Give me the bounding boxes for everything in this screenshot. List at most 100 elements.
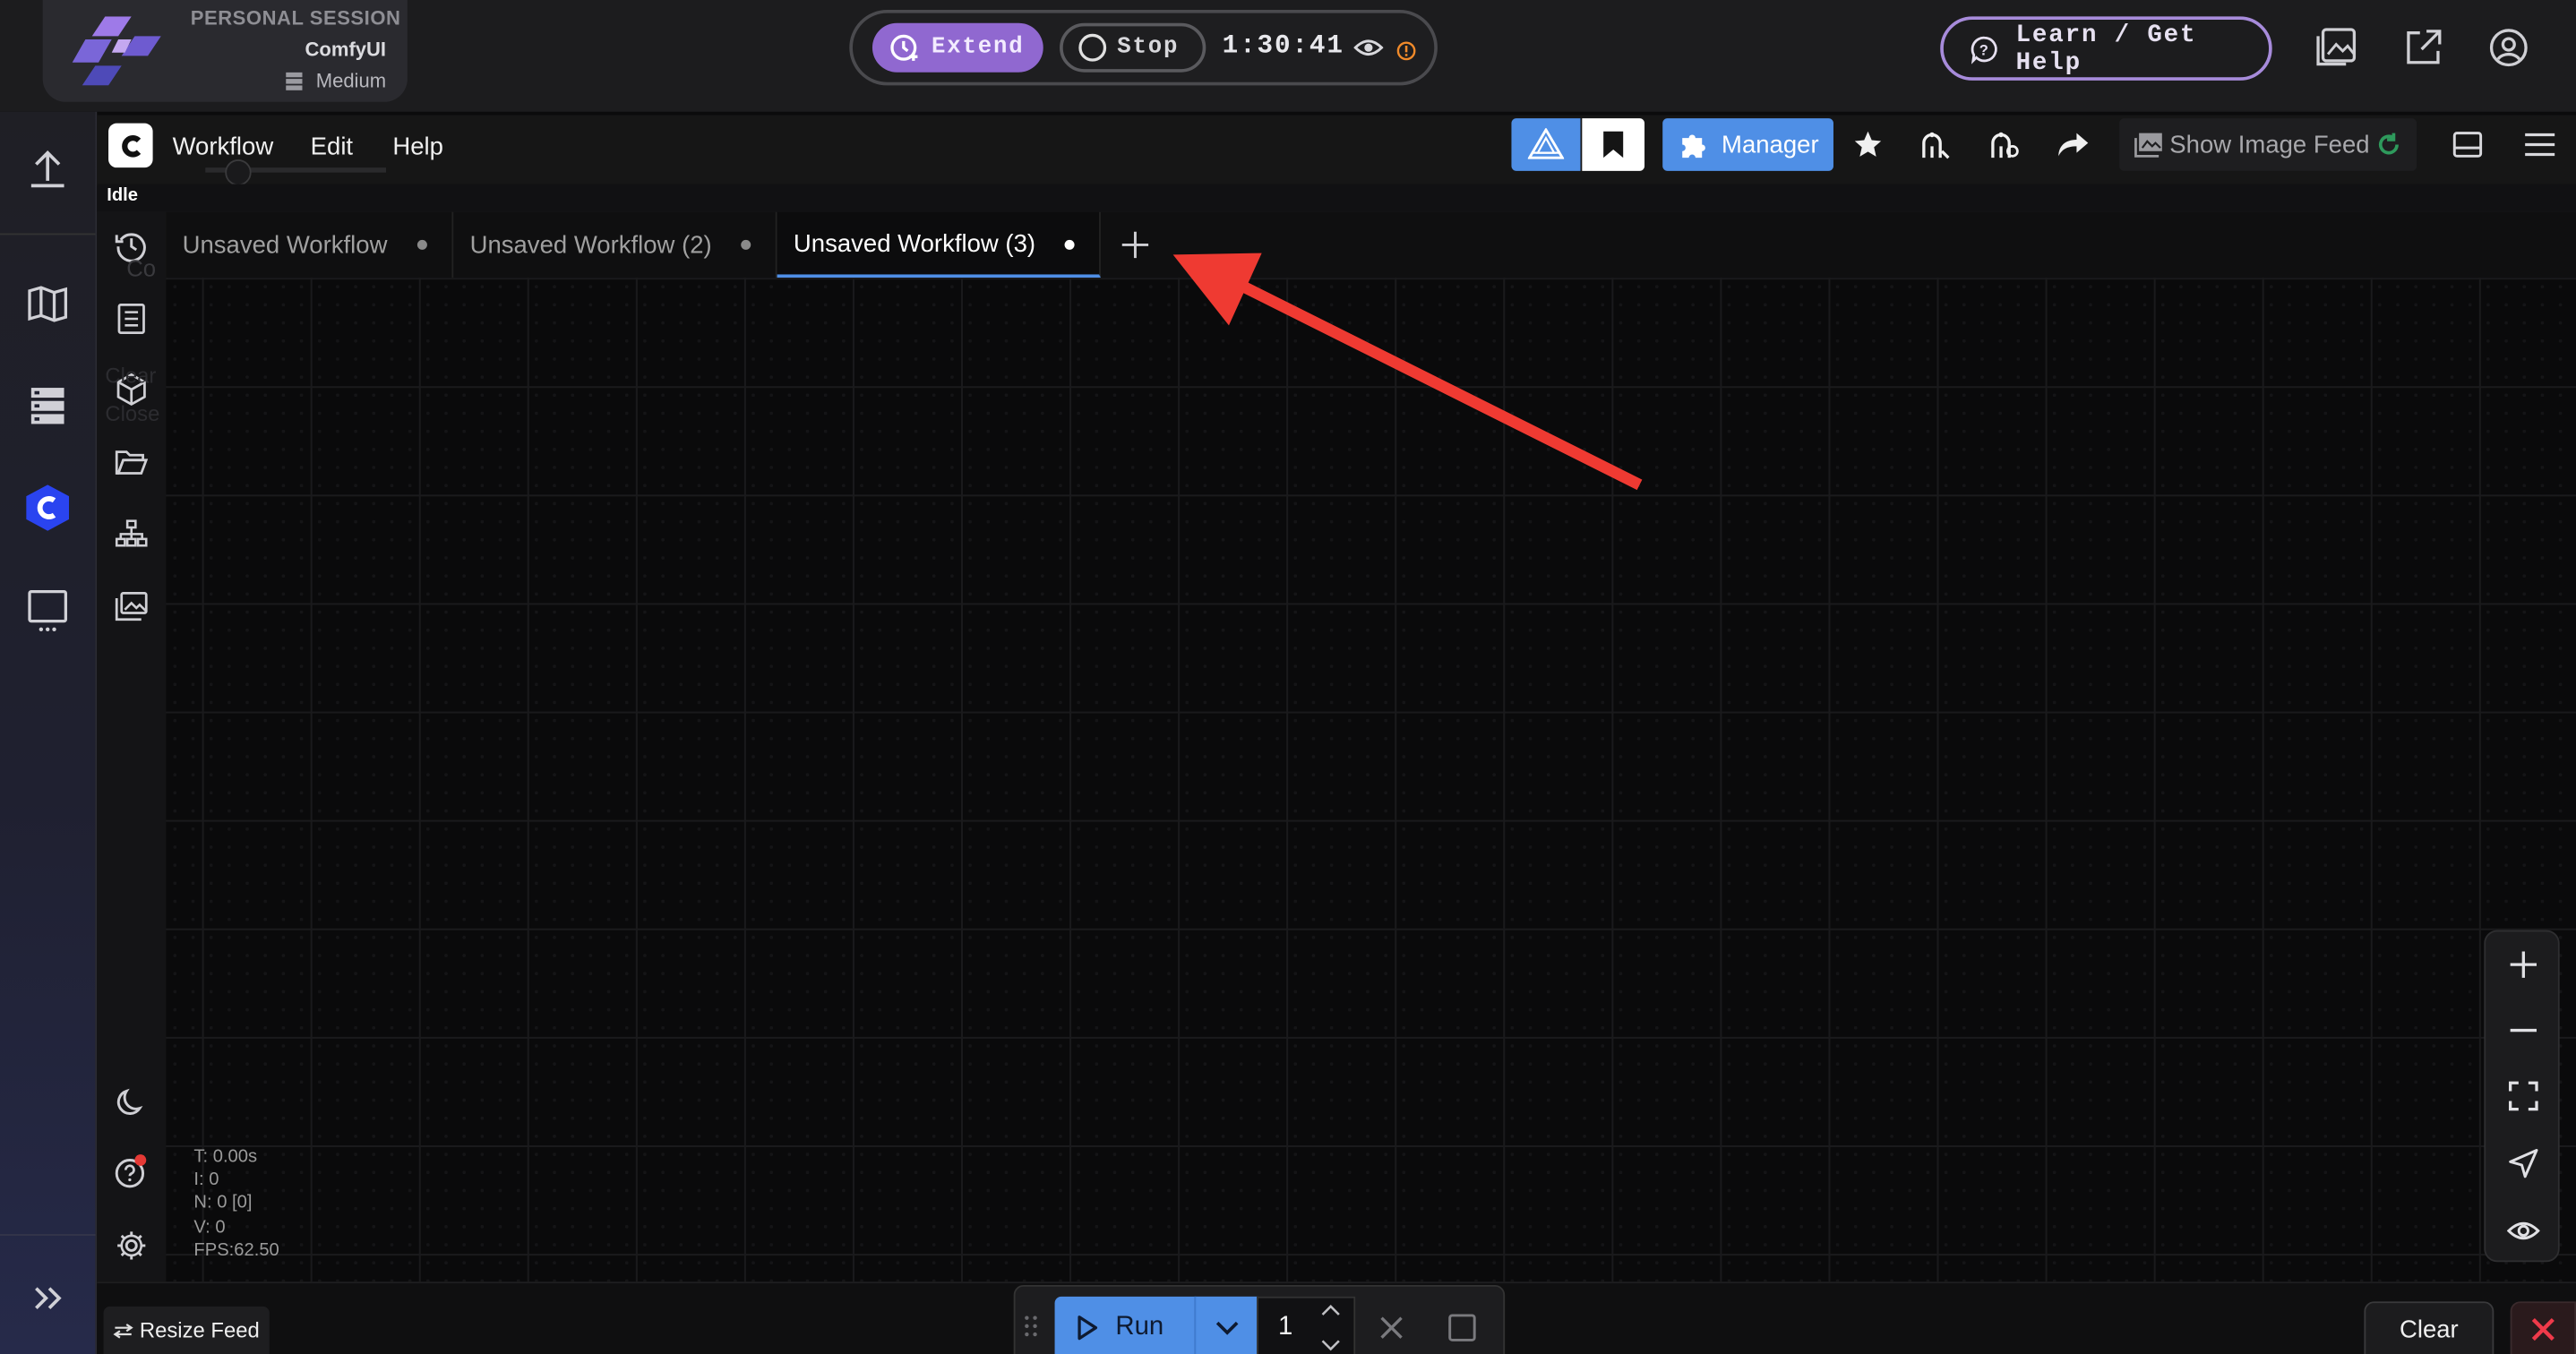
canvas-controls (2484, 930, 2560, 1263)
chevron-down-icon (1214, 1320, 1240, 1336)
model-search-icon[interactable] (1978, 118, 2031, 171)
user-account-icon[interactable] (2489, 28, 2529, 67)
ghost-text-co: Co (126, 254, 157, 281)
unsaved-dot-icon (741, 239, 751, 250)
status-row: Idle (97, 184, 2576, 214)
tab-label: Unsaved Workflow (2) (469, 230, 712, 260)
favorites-star-button[interactable] (1843, 118, 1893, 171)
slider-knob-ghost (225, 159, 252, 186)
eye-icon[interactable] (1353, 35, 1384, 61)
run-action-bar: Run 1 (1013, 1284, 1506, 1354)
run-label: Run (1115, 1313, 1164, 1341)
toggle-bottom-panel-icon[interactable] (2442, 118, 2494, 171)
unsaved-dot-icon (416, 239, 427, 250)
tab-unsaved-workflow-3[interactable]: Unsaved Workflow (3) (777, 211, 1101, 279)
resize-feed-label: Resize Feed (139, 1317, 260, 1343)
fit-view-icon[interactable] (2503, 1076, 2543, 1116)
annotation-arrow (1172, 253, 1643, 491)
extend-label: Extend (931, 34, 1025, 61)
zoom-out-icon[interactable] (2503, 1011, 2543, 1050)
upload-icon[interactable] (20, 141, 75, 197)
extend-button[interactable]: Extend (872, 22, 1043, 73)
queue-list-icon[interactable] (112, 299, 151, 338)
model-share-icon[interactable] (1909, 118, 1962, 171)
open-external-icon[interactable] (2403, 28, 2443, 67)
resize-feed-button[interactable]: Resize Feed (103, 1306, 270, 1354)
stat-time: T: 0.00s (193, 1146, 258, 1167)
stat-nodes: N: 0 [0] (193, 1193, 253, 1213)
drag-handle-icon[interactable] (1024, 1315, 1040, 1338)
zoom-in-icon[interactable] (2503, 945, 2543, 984)
image-feed-icon (2134, 132, 2163, 158)
help-icon[interactable] (112, 1152, 151, 1191)
unsaved-dot-icon (1064, 239, 1075, 250)
session-controls: Extend Stop 1:30:41 (849, 10, 1438, 86)
tab-label: Unsaved Workflow (182, 230, 388, 260)
tab-unsaved-workflow[interactable]: Unsaved Workflow (166, 211, 454, 279)
comfy-logo-icon[interactable] (20, 480, 75, 536)
warning-icon[interactable] (1396, 41, 1416, 61)
comfyui-app-logo-icon[interactable] (108, 123, 153, 168)
visibility-eye-icon[interactable] (2503, 1211, 2543, 1250)
share-arrow-icon[interactable] (2047, 118, 2099, 171)
settings-gear-icon[interactable] (112, 1226, 151, 1265)
svg-text:?: ? (1979, 42, 1990, 58)
show-image-feed-button[interactable]: Show Image Feed (2119, 118, 2417, 171)
server-icon[interactable] (20, 378, 75, 433)
menu-help[interactable]: Help (392, 133, 443, 161)
batch-count-input[interactable]: 1 (1257, 1296, 1356, 1354)
ghost-text-clear: Clear (105, 363, 157, 389)
resize-arrows-icon (113, 1322, 133, 1338)
stop-icon (1078, 33, 1107, 63)
session-timer: 1:30:41 (1222, 30, 1344, 61)
stat-fps: FPS:62.50 (193, 1240, 279, 1261)
session-top-bar: PERSONAL SESSION ComfyUI Medium Extend S… (0, 0, 2576, 112)
bookmark-button[interactable] (1582, 118, 1645, 171)
sync-toggle-icon (2376, 132, 2402, 158)
manager-button[interactable]: Manager (1662, 118, 1833, 171)
learn-get-help-button[interactable]: ? Learn / Get Help (1940, 16, 2272, 81)
menu-edit[interactable]: Edit (311, 133, 353, 161)
run-options-dropdown[interactable] (1194, 1296, 1258, 1354)
book-icon[interactable] (20, 276, 75, 331)
session-card[interactable]: PERSONAL SESSION ComfyUI Medium (42, 0, 408, 102)
decrement-chevron-icon[interactable] (1321, 1340, 1341, 1353)
puzzle-icon (1678, 128, 1711, 161)
cancel-run-icon[interactable] (1378, 1315, 1404, 1341)
learn-label: Learn / Get Help (2015, 20, 2197, 77)
ghost-text-close: Close (105, 400, 160, 426)
monitor-icon[interactable] (20, 583, 75, 638)
increment-chevron-icon[interactable] (1321, 1303, 1341, 1316)
clock-plus-icon (889, 31, 922, 64)
image-gallery-icon[interactable] (112, 587, 151, 626)
close-feed-button[interactable] (2510, 1301, 2576, 1354)
stop-square-icon[interactable] (1447, 1313, 1477, 1342)
session-label: PERSONAL SESSION (190, 6, 401, 30)
gallery-icon[interactable] (2314, 26, 2357, 69)
batch-count-value: 1 (1278, 1313, 1293, 1341)
stop-button[interactable]: Stop (1060, 22, 1206, 73)
menubar: Workflow Edit Help Manager Show Image Fe… (97, 115, 2576, 186)
folder-icon[interactable] (112, 442, 151, 482)
node-tree-icon[interactable] (112, 514, 151, 553)
new-tab-plus-icon[interactable] (1119, 228, 1152, 261)
close-x-icon (2530, 1316, 2556, 1342)
manager-label: Manager (1722, 130, 1819, 159)
menu-workflow[interactable]: Workflow (173, 133, 274, 161)
flux-model-button[interactable] (1511, 118, 1581, 171)
session-tier-label: Medium (315, 69, 387, 92)
moon-icon[interactable] (112, 1083, 151, 1122)
locate-icon[interactable] (2503, 1144, 2543, 1183)
clear-button[interactable]: Clear (2364, 1301, 2494, 1354)
run-button[interactable]: Run (1054, 1296, 1195, 1354)
queue-status: Idle (107, 185, 138, 206)
left-rail (0, 111, 98, 1354)
stat-i: I: 0 (193, 1170, 219, 1190)
hamburger-menu-icon[interactable] (2513, 118, 2566, 171)
session-app-name: ComfyUI (305, 38, 387, 61)
expand-double-chevron-icon[interactable] (20, 1270, 75, 1325)
tab-unsaved-workflow-2[interactable]: Unsaved Workflow (2) (453, 211, 777, 279)
session-tier: Medium (286, 69, 387, 92)
image-feed-label: Show Image Feed (2169, 130, 2370, 159)
canvas-stats: T: 0.00s I: 0 N: 0 [0] V: 0 FPS:62.50 (193, 1145, 279, 1262)
